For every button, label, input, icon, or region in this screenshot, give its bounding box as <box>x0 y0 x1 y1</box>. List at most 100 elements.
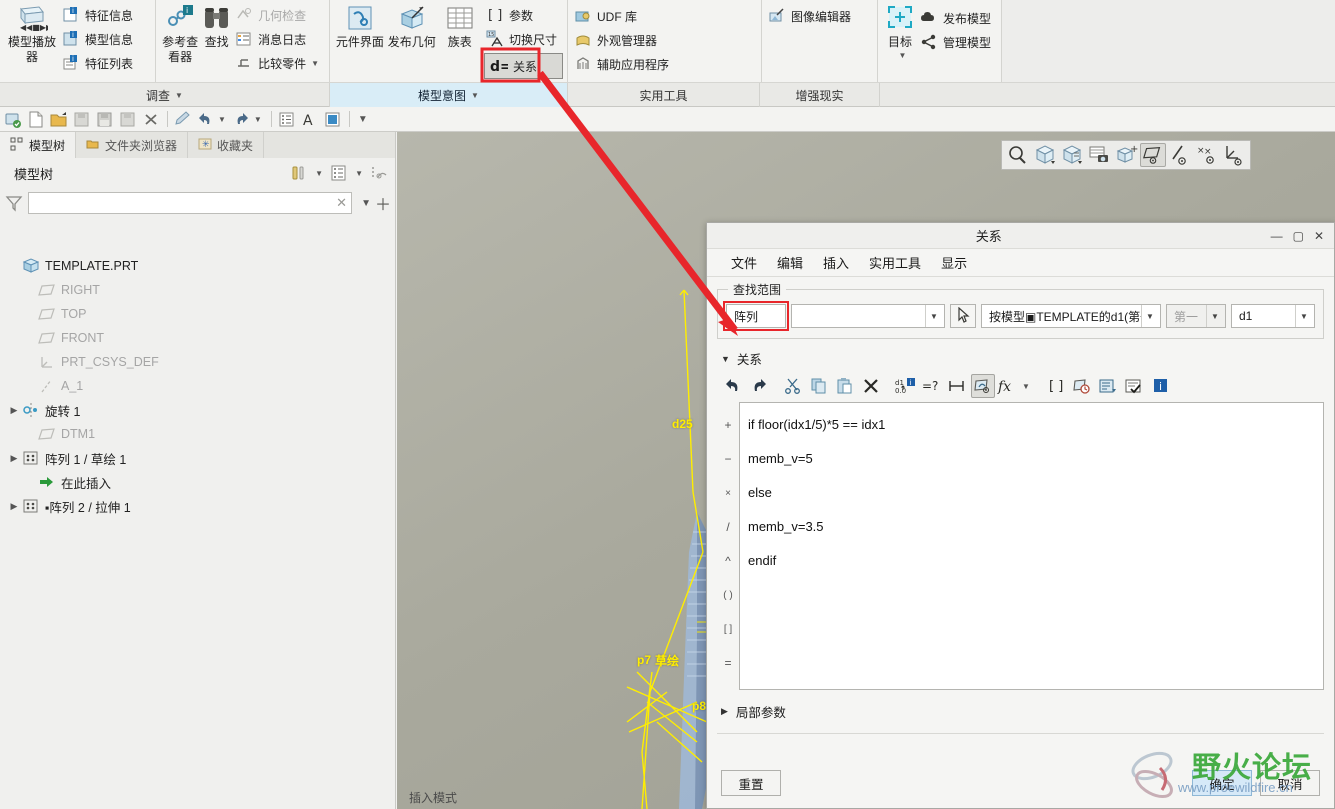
save-copy-icon[interactable] <box>117 109 139 130</box>
minimize-icon[interactable]: — <box>1271 230 1283 242</box>
local-parameters-section[interactable]: ▶ 局部参数 <box>721 702 1334 721</box>
chevron-down-icon[interactable]: ▼ <box>1295 305 1312 327</box>
paste-icon[interactable] <box>833 374 857 398</box>
history-icon[interactable] <box>1070 374 1094 398</box>
chevron-down-icon[interactable]: ▼ <box>899 51 907 60</box>
ribbon-group-label-model-intent[interactable]: 模型意图 ▼ <box>330 83 568 108</box>
zoom-tool-icon[interactable] <box>1005 143 1031 167</box>
close-icon[interactable] <box>140 109 162 130</box>
ribbon-button-auxiliary-applications[interactable]: 辅助应用程序 <box>572 52 675 76</box>
operator-multiply[interactable]: × <box>725 476 731 510</box>
dimension-label-p7[interactable]: p7 <box>637 653 651 667</box>
filter-icon[interactable] <box>4 194 24 212</box>
relation-line[interactable]: else <box>748 476 1315 510</box>
ribbon-button-switch-dimensions[interactable]: 15 切换尺寸 <box>484 27 563 51</box>
ribbon-button-message-log[interactable]: 消息日志 <box>233 27 325 51</box>
ribbon-button-parameters[interactable]: [ ] 参数 <box>484 3 563 27</box>
operator-plus[interactable]: + <box>724 408 731 442</box>
csys-display-icon[interactable] <box>1221 143 1247 167</box>
tree-item-dtm1[interactable]: DTM1 <box>0 422 395 446</box>
ribbon-button-model-info[interactable]: i 模型信息 <box>60 27 139 51</box>
nav-tab-favorites[interactable]: ✳ 收藏夹 <box>188 132 265 158</box>
tree-item-a-1[interactable]: A_1 <box>0 374 395 398</box>
cancel-button[interactable]: 取消 <box>1260 770 1320 796</box>
ribbon-group-label-utilities[interactable]: 实用工具 <box>568 83 760 108</box>
tree-item-prt-csys-def[interactable]: PRT_CSYS_DEF <box>0 350 395 374</box>
reset-button[interactable]: 重置 <box>721 770 781 796</box>
ribbon-button-geometry-check[interactable]: 几何检查 <box>233 3 325 27</box>
ribbon-button-image-editor[interactable]: 图像编辑器 <box>766 4 857 28</box>
ribbon-button-family-table[interactable]: 族表 <box>438 2 482 50</box>
tree-expander[interactable]: ▶ <box>6 501 22 512</box>
chevron-down-icon[interactable]: ▼ <box>175 91 183 100</box>
new-window-icon[interactable] <box>2 109 24 130</box>
tree-expander[interactable]: ▶ <box>6 453 22 464</box>
plus-icon[interactable]: ＋ <box>375 191 391 215</box>
chevron-down-icon[interactable]: ▼ <box>1141 305 1158 327</box>
tree-item-pattern-1-sketch-1[interactable]: ▶ 阵列 1 / 草绘 1 <box>0 446 395 470</box>
relation-line[interactable]: endif <box>748 544 1315 578</box>
units-brackets-icon[interactable]: [ ] <box>1044 374 1068 398</box>
redo-dropdown-caret-icon[interactable]: ▼ <box>254 115 262 124</box>
axis-display-icon[interactable] <box>1167 143 1193 167</box>
tree-item-template-prt[interactable]: TEMPLATE.PRT <box>0 254 395 278</box>
scope-model-combo[interactable]: 按模型▣TEMPLATE的d1(第一 ▼ <box>981 304 1161 328</box>
settings-tools-icon[interactable] <box>289 164 309 183</box>
scope-dim-combo[interactable]: d1 ▼ <box>1231 304 1315 328</box>
tree-item-front[interactable]: FRONT <box>0 326 395 350</box>
regenerate-icon[interactable] <box>276 109 298 130</box>
tree-expander[interactable]: ▶ <box>6 405 22 416</box>
operator-equals[interactable]: = <box>724 646 731 680</box>
clear-icon[interactable]: ✕ <box>336 195 347 211</box>
ribbon-button-feature-list[interactable]: i 特征列表 <box>60 51 139 75</box>
dialog-titlebar[interactable]: 关系 — ▢ ✕ <box>707 223 1334 249</box>
maximize-icon[interactable]: ▢ <box>1293 230 1304 242</box>
operator-parens[interactable]: ( ) <box>723 578 732 612</box>
search-input-wrapper[interactable]: ✕ <box>28 192 353 214</box>
check-relations-icon[interactable] <box>1122 374 1146 398</box>
edit-icon[interactable] <box>172 109 194 130</box>
menu-item-utilities[interactable]: 实用工具 <box>859 253 931 272</box>
redo-icon[interactable] <box>747 374 771 398</box>
operator-power[interactable]: ^ <box>725 544 731 578</box>
annotate-icon[interactable]: A <box>299 109 321 130</box>
relations-section-header[interactable]: ▼ 关系 <box>721 349 1334 368</box>
show-dims-icon[interactable] <box>971 374 995 398</box>
relation-line[interactable]: memb_v=3.5 <box>748 510 1315 544</box>
menu-item-file[interactable]: 文件 <box>721 253 767 272</box>
dim-to-value-icon[interactable]: d1 0.0 i <box>893 374 917 398</box>
scope-member-combo[interactable]: 第一 ▼ <box>1166 304 1226 328</box>
ribbon-button-publish-model[interactable]: 发布模型 <box>918 6 997 30</box>
open-file-icon[interactable] <box>48 109 70 130</box>
menu-item-edit[interactable]: 编辑 <box>767 253 813 272</box>
relation-line[interactable]: if floor(idx1/5)*5 == idx1 <box>748 408 1315 442</box>
info-icon[interactable]: i <box>1148 374 1172 398</box>
undo-icon[interactable] <box>195 109 217 130</box>
relations-dialog[interactable]: 关系 — ▢ ✕ 文件 编辑 插入 实用工具 显示 查找范围 阵列 ▼ 按模型▣… <box>706 222 1335 809</box>
ribbon-button-appearance-manager[interactable]: 外观管理器 <box>572 28 675 52</box>
menu-item-insert[interactable]: 插入 <box>813 253 859 272</box>
ribbon-button-feature-info[interactable]: i 特征信息 <box>60 3 139 27</box>
overflow-caret-icon[interactable]: ▼ <box>358 114 368 125</box>
ribbon-button-model-player[interactable]: ◀◀■▶▶ 模型播放器 <box>4 2 60 65</box>
copy-icon[interactable] <box>807 374 831 398</box>
search-input[interactable] <box>33 195 337 211</box>
operator-minus[interactable]: − <box>724 442 731 476</box>
triangle-right-icon[interactable]: ▶ <box>721 706 728 717</box>
save-as-icon[interactable] <box>71 109 93 130</box>
nav-tab-model-tree[interactable]: 模型树 <box>0 132 77 158</box>
window-icon[interactable] <box>322 109 344 130</box>
chevron-down-icon[interactable]: ▼ <box>925 305 942 327</box>
saved-views-camera-icon[interactable] <box>1086 143 1112 167</box>
ribbon-button-relations[interactable]: d= 关系 <box>483 53 563 79</box>
chevron-down-icon[interactable]: ▼ <box>471 91 479 100</box>
ribbon-button-find[interactable]: 查找 <box>200 2 233 50</box>
operator-divide[interactable]: / <box>726 510 729 544</box>
dimension-label-sketch[interactable]: 草绘 <box>655 652 679 669</box>
insert-from-file-icon[interactable] <box>1096 374 1120 398</box>
scope-object-combo[interactable]: ▼ <box>791 304 945 328</box>
chevron-down-icon[interactable]: ▼ <box>361 198 371 209</box>
ribbon-button-udf-library[interactable]: UDF 库 <box>572 4 675 28</box>
chevron-down-icon[interactable]: ▼ <box>311 59 319 68</box>
cut-icon[interactable] <box>781 374 805 398</box>
